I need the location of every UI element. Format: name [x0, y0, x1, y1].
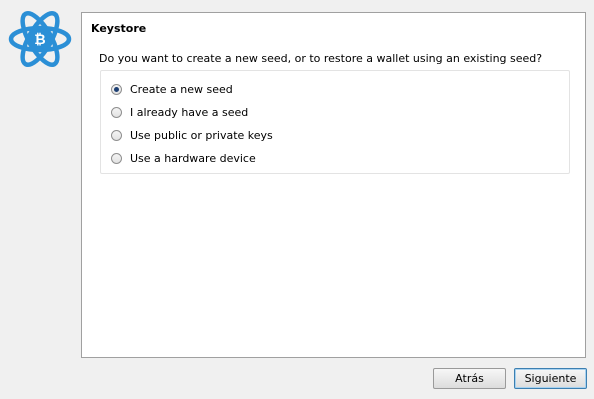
- option-label: Use public or private keys: [130, 128, 273, 142]
- radio-button[interactable]: [111, 106, 122, 118]
- option-label: I already have a seed: [130, 105, 249, 119]
- keystore-panel: Keystore Do you want to create a new see…: [81, 12, 586, 358]
- wizard-window: ₿ Keystore Do you want to create a new s…: [0, 0, 594, 399]
- option-label: Use a hardware device: [130, 151, 256, 165]
- panel-question: Do you want to create a new seed, or to …: [99, 52, 543, 65]
- option-label: Create a new seed: [130, 82, 233, 96]
- electrum-logo-icon: ₿: [8, 11, 72, 67]
- svg-text:₿: ₿: [34, 32, 45, 48]
- panel-title: Keystore: [91, 22, 147, 35]
- back-button[interactable]: Atrás: [433, 368, 506, 389]
- next-button[interactable]: Siguiente: [514, 368, 587, 389]
- option-public-private-keys[interactable]: Use public or private keys: [111, 127, 273, 143]
- radio-button[interactable]: [111, 129, 122, 141]
- radio-button-checked[interactable]: [111, 83, 122, 95]
- radio-button[interactable]: [111, 152, 122, 164]
- option-hardware-device[interactable]: Use a hardware device: [111, 150, 256, 166]
- option-existing-seed[interactable]: I already have a seed: [111, 104, 248, 120]
- seed-options-group: Create a new seed I already have a seed …: [100, 70, 570, 174]
- option-create-new-seed[interactable]: Create a new seed: [111, 81, 233, 97]
